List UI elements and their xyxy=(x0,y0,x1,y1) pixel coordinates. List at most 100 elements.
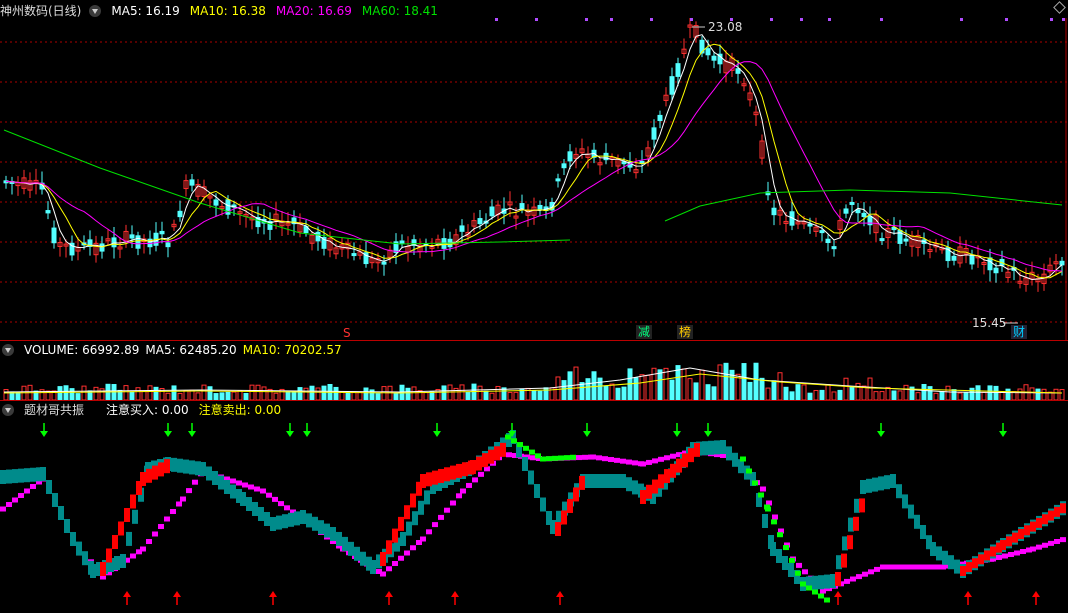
fast-line-up xyxy=(106,548,112,563)
chevron-down-icon[interactable] xyxy=(2,344,14,356)
fast-line xyxy=(30,467,36,482)
volume-bar xyxy=(57,386,63,400)
volume-bar xyxy=(711,386,717,400)
slow-line xyxy=(646,459,652,465)
volume-bar xyxy=(183,390,189,400)
volume-bar xyxy=(297,387,303,400)
diamond-icon[interactable] xyxy=(1053,1,1066,14)
chevron-down-icon[interactable] xyxy=(89,5,102,17)
fast-line-up xyxy=(494,446,500,461)
fast-line xyxy=(200,462,206,476)
volume-bar xyxy=(777,372,783,400)
ma60-line xyxy=(3,129,571,245)
slow-line xyxy=(796,562,802,568)
slow-line xyxy=(450,500,456,506)
fast-line xyxy=(120,554,126,568)
fast-line-up xyxy=(1030,521,1036,532)
volume-bar xyxy=(921,383,927,400)
fast-line xyxy=(620,474,626,488)
volume-bar xyxy=(591,371,597,400)
fast-line xyxy=(282,514,288,529)
signal-dot xyxy=(585,18,588,21)
volume-bar xyxy=(579,382,585,400)
slow-line-down xyxy=(505,434,511,440)
up-arrow-head xyxy=(834,591,842,597)
fast-line xyxy=(300,510,306,524)
volume-bar xyxy=(513,391,519,400)
down-arrow-head xyxy=(188,431,196,437)
slow-line xyxy=(664,455,670,461)
marker-list: 榜 xyxy=(677,325,694,339)
fast-line-up xyxy=(398,516,404,531)
down-arrow-head xyxy=(303,431,311,437)
fast-line xyxy=(76,541,82,556)
fast-line xyxy=(0,470,6,484)
fast-line xyxy=(762,514,768,528)
volume-header: VOLUME: 66992.89 MA5: 62485.20 MA10: 70202… xyxy=(0,341,352,359)
slow-line xyxy=(12,497,18,503)
price-chart[interactable] xyxy=(0,18,1068,340)
fast-line xyxy=(6,469,12,484)
slow-line xyxy=(862,571,868,577)
signal-dot xyxy=(1005,18,1008,21)
volume-bar xyxy=(303,387,309,400)
volume-chart[interactable] xyxy=(0,358,1068,400)
chevron-down-icon[interactable] xyxy=(2,404,14,416)
down-arrow-head xyxy=(583,431,591,437)
fast-line xyxy=(177,458,183,473)
fast-line xyxy=(720,440,726,454)
volume-bar xyxy=(753,362,759,400)
slow-line-down xyxy=(558,455,564,461)
fast-line-up xyxy=(386,540,392,555)
volume-bar xyxy=(477,385,483,400)
fast-line-up xyxy=(682,453,688,468)
slow-line xyxy=(1020,549,1026,554)
fast-line-up xyxy=(500,442,506,457)
down-arrow-head xyxy=(164,431,172,437)
fast-line xyxy=(604,474,610,488)
volume-bar xyxy=(945,385,951,400)
volume-bar xyxy=(819,389,825,400)
candle-body xyxy=(705,48,711,56)
candle-body xyxy=(903,238,909,242)
volume-bar xyxy=(585,378,591,400)
fast-line xyxy=(936,546,942,561)
fast-line xyxy=(342,536,348,551)
candle-body xyxy=(129,234,135,239)
indicator-chart[interactable] xyxy=(0,419,1068,613)
volume-bar xyxy=(933,392,939,400)
slow-line xyxy=(928,564,934,570)
fast-line xyxy=(528,470,534,485)
slow-line xyxy=(640,461,646,467)
fast-line xyxy=(770,542,776,556)
volume-bar xyxy=(69,388,75,400)
up-arrow-head xyxy=(1032,591,1040,597)
fast-line xyxy=(90,564,96,578)
ma60-label: MA60: 18.41 xyxy=(361,4,438,18)
slow-line xyxy=(856,574,862,580)
slow-line xyxy=(444,507,450,513)
slow-line xyxy=(658,456,664,462)
fast-line-up xyxy=(853,516,859,531)
marker-reduce: 减 xyxy=(636,325,653,339)
fast-line-up xyxy=(561,510,567,525)
fast-line xyxy=(878,476,884,491)
fast-line xyxy=(64,519,70,533)
fast-line-up xyxy=(1000,540,1006,550)
candle-body xyxy=(189,179,195,186)
fast-line xyxy=(12,469,18,484)
volume-bar xyxy=(417,390,423,400)
slow-line-down xyxy=(824,597,830,603)
fast-line xyxy=(18,468,24,483)
down-arrow-head xyxy=(40,431,48,437)
volume-ma10-label: MA10: 70202.57 xyxy=(242,343,342,357)
volume-bar xyxy=(153,386,159,400)
fast-line xyxy=(610,474,616,488)
slow-line xyxy=(874,566,880,572)
volume-bar xyxy=(441,385,447,400)
signal-dot xyxy=(535,18,538,21)
volume-bar xyxy=(963,392,969,400)
volume-bar xyxy=(609,383,615,400)
slow-line xyxy=(466,482,472,488)
ma10-line xyxy=(5,43,1063,279)
